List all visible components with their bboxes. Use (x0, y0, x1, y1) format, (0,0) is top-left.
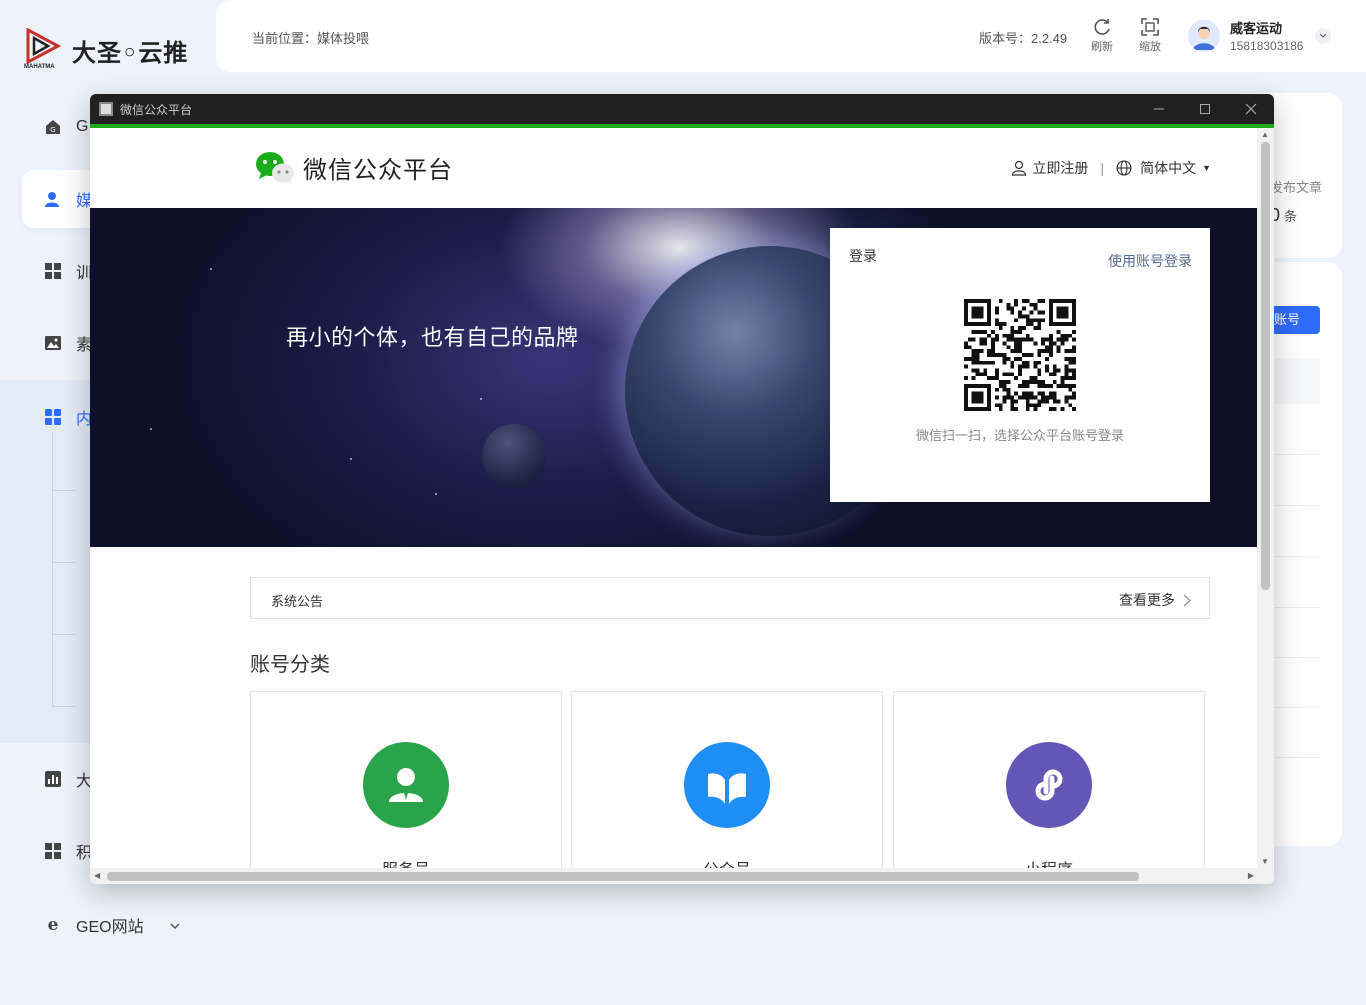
account-login-link[interactable]: 使用账号登录 (1108, 251, 1192, 271)
login-qr-code (964, 299, 1076, 411)
refresh-icon (1084, 16, 1120, 38)
system-notice-bar: 系统公告 查看更多 (250, 577, 1210, 619)
login-card: 登录 使用账号登录 微信扫一扫，选择公众平台账号登录 (830, 228, 1210, 502)
view-more-label: 查看更多 (1119, 592, 1175, 608)
globe-icon (1116, 160, 1132, 176)
stat-label: 发布文章 (1270, 180, 1323, 195)
chevron-down-icon (170, 916, 180, 934)
user-menu[interactable]: 威客运动 15818303186 (1188, 18, 1332, 53)
version-label: 版本号：2.2.49 (979, 31, 1068, 46)
svg-text:G: G (50, 126, 55, 134)
scroll-thumb[interactable] (1261, 142, 1270, 590)
zoom-button[interactable]: 缩放 (1132, 16, 1168, 54)
chevron-right-icon (1183, 593, 1191, 607)
tree-branch (52, 490, 76, 491)
register-link[interactable]: 立即注册 (1032, 158, 1088, 178)
fullscreen-icon (1132, 16, 1168, 38)
image-icon (44, 334, 62, 352)
maximize-button[interactable] (1182, 94, 1228, 124)
top-bar: 当前位置：媒体投喂 版本号：2.2.49 刷新 缩放 威客运动 15818303… (216, 0, 1366, 72)
stat-value: 0条 (1270, 205, 1297, 226)
minimize-button[interactable] (1136, 94, 1182, 124)
star (350, 458, 352, 460)
user-phone: 15818303186 (1230, 39, 1304, 53)
header-links: 立即注册 | 简体中文 ▼ (1011, 158, 1211, 178)
sidebar-item-label: GEO网站 (76, 919, 144, 936)
language-select[interactable]: 简体中文 (1140, 158, 1196, 178)
wechat-logo[interactable]: 微信公众平台 (255, 150, 453, 185)
qr-favicon-icon (99, 102, 113, 116)
bar-chart-icon (44, 770, 62, 788)
chevron-down-icon[interactable] (1315, 27, 1332, 44)
user-icon (44, 190, 62, 208)
wechat-brand-title: 微信公众平台 (303, 157, 453, 184)
window-title: 微信公众平台 (120, 102, 193, 117)
close-button[interactable] (1228, 94, 1274, 124)
sidebar-item-geo-site[interactable]: e GEO网站 (22, 896, 202, 954)
tree-branch (52, 634, 76, 635)
refresh-label: 刷新 (1091, 41, 1113, 53)
hero-slogan: 再小的个体，也有自己的品牌 (286, 325, 579, 350)
tree-branch (52, 706, 76, 707)
zoom-label: 缩放 (1139, 41, 1161, 53)
logo-subtitle: MAHATMA (24, 64, 55, 70)
grid-icon (44, 408, 62, 426)
scroll-thumb[interactable] (107, 872, 1139, 881)
grid-icon (44, 262, 62, 280)
mini-program-icon (1006, 742, 1092, 828)
category-card-official[interactable]: 公众号 (571, 691, 883, 868)
breadcrumb: 当前位置：媒体投喂 (252, 31, 370, 46)
view-more-link[interactable]: 查看更多 (1119, 590, 1191, 610)
wechat-header: 微信公众平台 立即注册 | 简体中文 ▼ (90, 128, 1257, 208)
caret-down-icon: ▼ (1202, 163, 1211, 173)
login-title: 登录 (849, 248, 877, 264)
person-icon (1011, 160, 1027, 176)
tree-branch (52, 562, 76, 563)
notice-title: 系统公告 (271, 594, 324, 609)
star (150, 428, 152, 430)
qr-instruction: 微信扫一扫，选择公众平台账号登录 (915, 428, 1124, 443)
category-label: 小程序 (894, 856, 1204, 868)
refresh-button[interactable]: 刷新 (1084, 16, 1120, 54)
app-logo: MAHATMA 大圣◦云推 (24, 27, 189, 72)
divider: | (1100, 160, 1105, 176)
scroll-down-icon[interactable]: ▼ (1261, 857, 1269, 866)
star (210, 268, 212, 270)
star (435, 493, 437, 495)
star (480, 398, 482, 400)
hero-banner: 再小的个体，也有自己的品牌 登录 使用账号登录 微信扫一扫，选择公众平台账号登录 (90, 208, 1257, 547)
horizontal-scrollbar[interactable]: ◀ ▶ (90, 868, 1274, 884)
section-title: 账号分类 (250, 654, 330, 676)
vertical-scrollbar[interactable]: ▲ ▼ (1257, 128, 1274, 868)
grid-icon (44, 842, 62, 860)
tree-line (52, 432, 53, 708)
browser-window: 微信公众平台 微信公众平台 立即注册 | 简体中文 ▼ 再小的个体，也有自己的品… (90, 94, 1274, 884)
user-name: 威客运动 (1230, 21, 1283, 36)
scroll-left-icon[interactable]: ◀ (94, 871, 100, 880)
logo-mark-icon: MAHATMA (24, 27, 62, 72)
scroll-right-icon[interactable]: ▶ (1248, 871, 1254, 880)
web-page: 微信公众平台 立即注册 | 简体中文 ▼ 再小的个体，也有自己的品牌 登录 使用… (90, 128, 1257, 868)
stat-unit: 条 (1284, 209, 1298, 224)
category-label: 公众号 (572, 856, 882, 868)
window-titlebar[interactable]: 微信公众平台 (90, 94, 1274, 124)
logo-text: 大圣◦云推 (72, 38, 189, 67)
official-account-icon (684, 742, 770, 828)
avatar (1188, 19, 1220, 52)
category-label: 服务号 (251, 856, 561, 868)
category-card-miniprogram[interactable]: 小程序 (893, 691, 1205, 868)
wechat-icon (256, 151, 294, 184)
service-account-icon (363, 742, 449, 828)
home-icon: G (44, 118, 62, 136)
browser-e-icon: e (47, 915, 59, 935)
moon-illustration (482, 424, 546, 488)
scroll-up-icon[interactable]: ▲ (1261, 130, 1269, 139)
sidebar-item-label: G (76, 118, 89, 135)
category-card-service[interactable]: 服务号 (250, 691, 562, 868)
